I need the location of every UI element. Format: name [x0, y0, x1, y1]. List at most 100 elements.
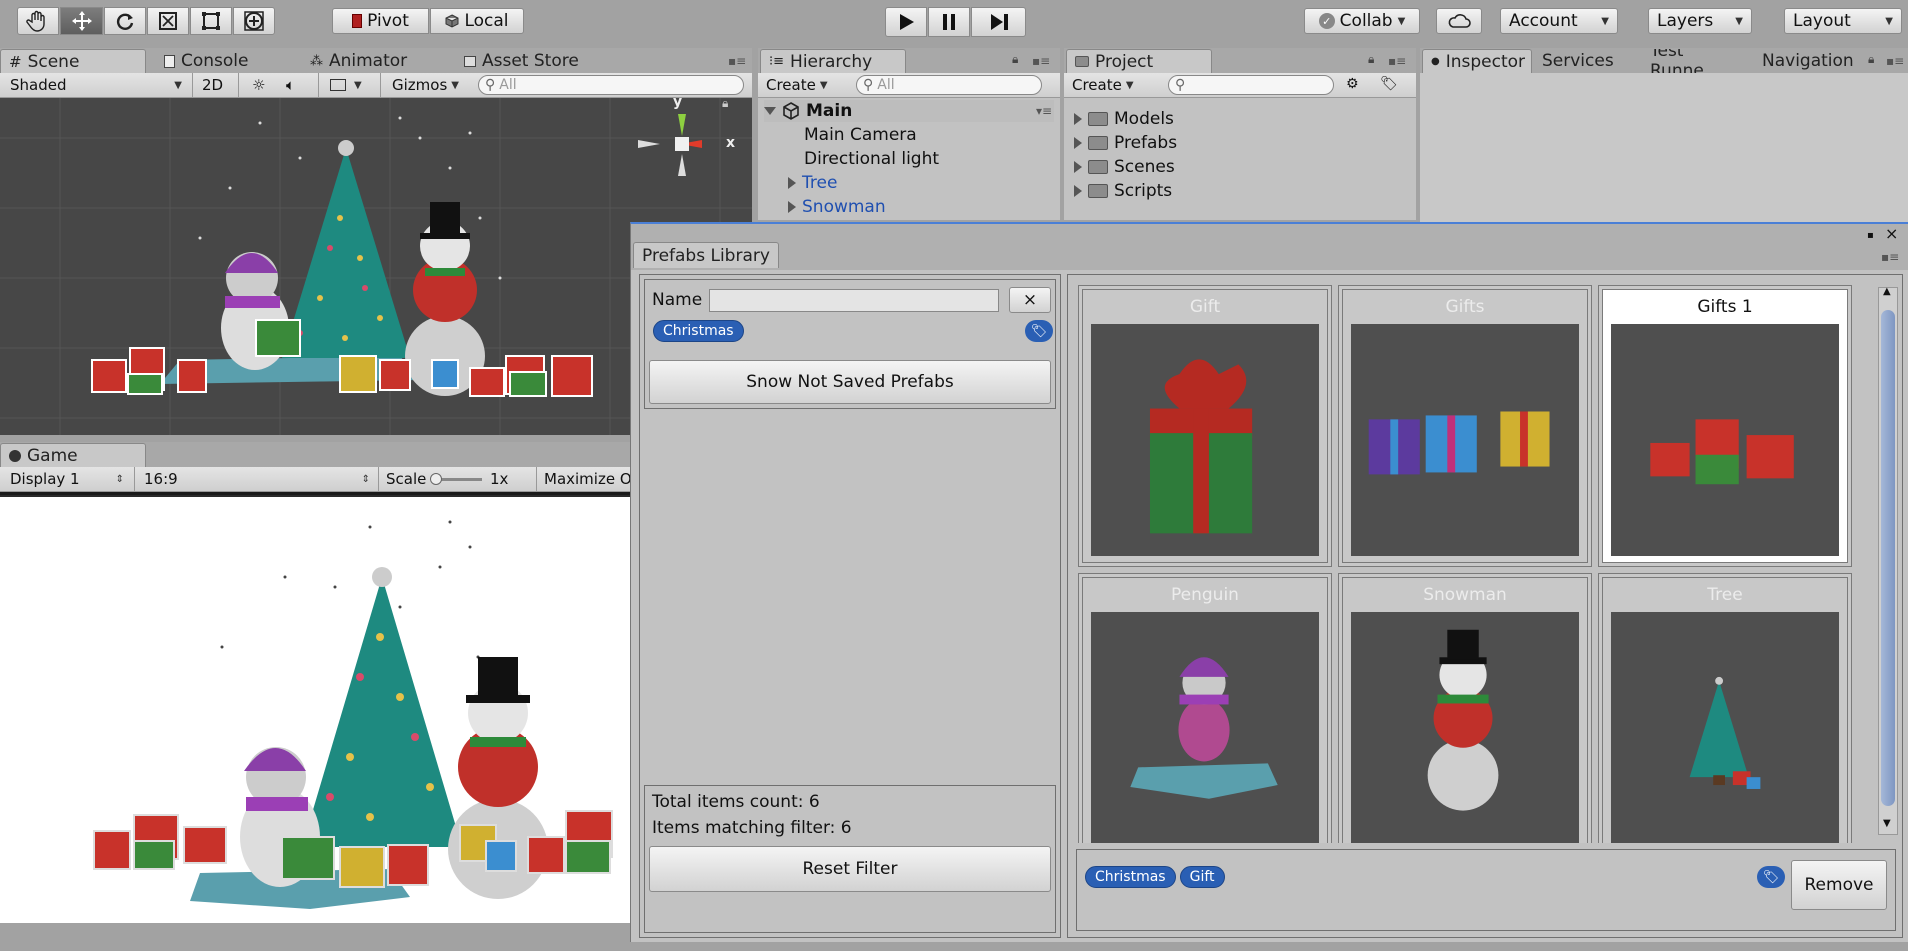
prefab-tile-penguin[interactable]: Penguin [1078, 573, 1332, 843]
prefab-tile-gifts-1[interactable]: Gifts 1 [1598, 285, 1852, 567]
tab-test-runner[interactable]: Test Runne [1642, 49, 1750, 73]
tab-game[interactable]: Game [0, 443, 146, 467]
step-button[interactable] [971, 7, 1026, 37]
folder-scripts[interactable]: Scripts [1074, 180, 1172, 202]
window-menu-icon[interactable]: ▪≡ [1881, 250, 1899, 264]
folder-prefabs[interactable]: Prefabs [1074, 132, 1177, 154]
project-tabbar: Project 🔒︎ ▪≡ [1064, 48, 1416, 73]
cloud-button[interactable] [1436, 8, 1482, 34]
name-input[interactable] [709, 289, 999, 312]
scene-row[interactable]: Main ▾≡ [764, 100, 1054, 122]
pause-button[interactable] [928, 7, 970, 37]
close-icon[interactable]: × [1885, 224, 1898, 243]
play-button[interactable] [885, 7, 927, 37]
lock-icon[interactable]: 🔒︎ [722, 98, 728, 111]
panel-menu-icon[interactable]: ▪≡ [728, 54, 746, 68]
effects-dropdown[interactable]: ▼ [326, 74, 366, 96]
expand-arrow-icon[interactable] [788, 201, 796, 213]
hand-tool-button[interactable] [17, 7, 59, 35]
tab-console[interactable]: Console [156, 49, 257, 73]
tag-christmas[interactable]: Christmas [1085, 866, 1176, 888]
hierarchy-item-main-camera[interactable]: Main Camera [804, 124, 917, 146]
layout-dropdown[interactable]: Layout ▼ [1784, 8, 1902, 34]
pivot-toggle[interactable]: Pivot [332, 8, 429, 34]
prefab-tile-gifts[interactable]: Gifts [1338, 285, 1592, 567]
filter-type-icon[interactable]: ⚙︎ [1346, 76, 1359, 92]
expand-arrow-icon[interactable] [1074, 161, 1082, 173]
project-search-input[interactable]: ⚲ [1168, 75, 1334, 95]
transform-tool-button[interactable] [233, 7, 275, 35]
hierarchy-search-input[interactable]: ⚲ All [856, 75, 1042, 95]
rotate-tool-button[interactable] [104, 7, 146, 35]
tag-christmas[interactable]: Christmas [653, 320, 744, 342]
shading-mode-dropdown[interactable]: Shaded ▼ [6, 74, 186, 96]
local-toggle[interactable]: Local [430, 8, 524, 34]
project-create-dropdown[interactable]: Create ▼ [1068, 74, 1138, 96]
lock-icon[interactable]: 🔒︎ [1868, 52, 1874, 67]
tab-animator[interactable]: ⁂ Animator [302, 49, 415, 73]
hierarchy-item-tree[interactable]: Tree [788, 172, 837, 194]
scale-tool-button[interactable] [147, 7, 189, 35]
panel-menu-icon[interactable]: ▪≡ [1388, 54, 1406, 68]
maximize-icon[interactable]: ▪ [1867, 230, 1874, 241]
panel-menu-icon[interactable]: ▪≡ [1032, 54, 1050, 68]
hierarchy-create-dropdown[interactable]: Create ▼ [762, 74, 832, 96]
game-view[interactable] [0, 492, 640, 923]
panel-menu-icon[interactable]: ▪≡ [1886, 54, 1904, 68]
clear-name-button[interactable]: × [1009, 287, 1051, 313]
tab-asset-store[interactable]: Asset Store [456, 49, 587, 73]
expand-arrow-icon[interactable] [788, 177, 796, 189]
scroll-down-icon[interactable]: ▼ [1883, 818, 1891, 829]
tab-inspector[interactable]: ● Inspector [1422, 49, 1532, 73]
expand-arrow-icon[interactable] [1074, 113, 1082, 125]
tab-scene[interactable]: # Scene [0, 49, 146, 73]
tab-services[interactable]: Services [1534, 49, 1622, 73]
gizmos-dropdown[interactable]: Gizmos ▼ [388, 74, 463, 96]
rect-tool-button[interactable] [190, 7, 232, 35]
maximize-toggle[interactable]: Maximize O [540, 468, 636, 490]
tag-picker-button[interactable]: 🏷︎ [1025, 320, 1053, 342]
tag-gift[interactable]: Gift [1179, 866, 1225, 888]
dropdown-arrow-icon: ▼ [1125, 79, 1134, 91]
grid-scrollbar[interactable]: ▲ ▼ [1878, 286, 1898, 835]
hierarchy-item-snowman[interactable]: Snowman [788, 196, 886, 218]
aspect-dropdown[interactable]: 16:9 ⇕ [140, 468, 374, 490]
folder-models[interactable]: Models [1074, 108, 1174, 130]
show-unsaved-prefabs-button[interactable]: Snow Not Saved Prefabs [649, 360, 1051, 404]
layers-dropdown[interactable]: Layers ▼ [1648, 8, 1752, 34]
tab-project[interactable]: Project [1066, 49, 1212, 73]
scene-gizmo[interactable]: y x 🔒︎ [630, 98, 740, 198]
display-dropdown[interactable]: Display 1 ⇕ [6, 468, 128, 490]
filter-label-icon[interactable]: 🏷︎ [1380, 76, 1398, 92]
scrollbar-thumb[interactable] [1881, 310, 1895, 806]
dropdown-arrow-icon: ▼ [174, 79, 182, 91]
collapse-arrow-icon[interactable] [764, 107, 776, 115]
tab-navigation[interactable]: Navigation [1754, 49, 1862, 73]
move-tool-button[interactable] [60, 7, 103, 35]
scene-search-input[interactable]: ⚲ All [478, 75, 744, 95]
scroll-up-icon[interactable]: ▲ [1883, 286, 1891, 297]
tree-preview-image [1689, 676, 1761, 789]
hierarchy-item-directional-light[interactable]: Directional light [804, 148, 939, 170]
2d-toggle[interactable]: 2D [198, 74, 227, 96]
scene-menu-icon[interactable]: ▾≡ [1036, 104, 1052, 118]
scale-slider[interactable] [430, 473, 482, 485]
expand-arrow-icon[interactable] [1074, 137, 1082, 149]
tab-prefabs-library[interactable]: Prefabs Library [633, 242, 779, 268]
reset-filter-button[interactable]: Reset Filter [649, 846, 1051, 892]
collab-dropdown[interactable]: ✓ Collab ▼ [1304, 8, 1420, 34]
prefab-tile-tree[interactable]: Tree [1598, 573, 1852, 843]
account-dropdown[interactable]: Account ▼ [1500, 8, 1618, 34]
add-tag-button[interactable]: 🏷︎ [1757, 866, 1785, 888]
lock-icon[interactable]: 🔒︎ [1012, 52, 1018, 67]
remove-button[interactable]: Remove [1791, 860, 1887, 910]
tab-hierarchy[interactable]: ⁝≡ Hierarchy [760, 49, 906, 73]
audio-toggle[interactable]: 🔈︎ [282, 74, 299, 96]
prefab-tile-gift[interactable]: Gift [1078, 285, 1332, 567]
prefab-tile-snowman[interactable]: Snowman [1338, 573, 1592, 843]
lighting-toggle[interactable]: ☼ [248, 74, 269, 96]
folder-scenes[interactable]: Scenes [1074, 156, 1175, 178]
lock-icon[interactable]: 🔒︎ [1368, 52, 1374, 67]
expand-arrow-icon[interactable] [1074, 185, 1082, 197]
scale-slider-knob[interactable] [430, 473, 442, 485]
